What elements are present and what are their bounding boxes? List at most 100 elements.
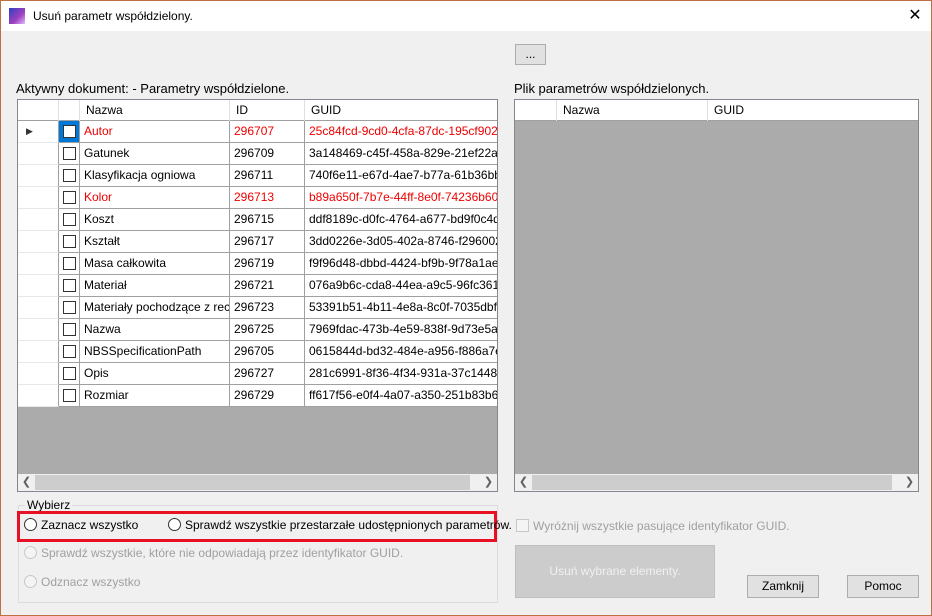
row-header[interactable]: [18, 297, 59, 319]
cell-id[interactable]: 296711: [230, 165, 305, 187]
row-checkbox[interactable]: [63, 367, 76, 380]
cell-id[interactable]: 296715: [230, 209, 305, 231]
cell-name[interactable]: Autor: [80, 121, 230, 143]
column-header-name[interactable]: Nazwa: [80, 100, 230, 121]
row-checkbox-cell[interactable]: [59, 319, 80, 341]
table-row[interactable]: Nazwa 296725 7969fdac-473b-4e59-838f-9d73e…: [18, 319, 497, 341]
scroll-right-icon[interactable]: ❯: [480, 474, 497, 491]
cell-guid[interactable]: 740f6e11-e67d-4ae7-b77a-61b36bb37...: [305, 165, 497, 187]
cell-guid[interactable]: 076a9b6c-cda8-44ea-a9c5-96fc3614b...: [305, 275, 497, 297]
column-header-id[interactable]: ID: [230, 100, 305, 121]
cell-name[interactable]: Gatunek: [80, 143, 230, 165]
horizontal-scrollbar[interactable]: ❮ ❯: [18, 474, 497, 491]
cell-name[interactable]: Opis: [80, 363, 230, 385]
table-row[interactable]: Masa całkowita 296719 f9f96d48-dbbd-4424-b…: [18, 253, 497, 275]
row-checkbox-cell[interactable]: [59, 341, 80, 363]
cell-guid[interactable]: 7969fdac-473b-4e59-838f-9d73e5a74...: [305, 319, 497, 341]
horizontal-scrollbar[interactable]: ❮ ❯: [515, 474, 918, 491]
cell-name[interactable]: Klasyfikacja ogniowa: [80, 165, 230, 187]
row-header[interactable]: [18, 385, 59, 407]
table-row[interactable]: Materiały pochodzące z rec... 296723 53391…: [18, 297, 497, 319]
scroll-thumb[interactable]: [532, 475, 892, 490]
table-row[interactable]: NBSSpecificationPath 296705 0615844d-bd32-…: [18, 341, 497, 363]
active-document-grid[interactable]: Nazwa ID GUID ▶ Autor 296707 25c84fcd-9cd0-…: [17, 99, 498, 492]
row-checkbox-cell[interactable]: [59, 363, 80, 385]
cell-id[interactable]: 296709: [230, 143, 305, 165]
cell-id[interactable]: 296713: [230, 187, 305, 209]
cell-name[interactable]: Materiał: [80, 275, 230, 297]
radio-select-all-label[interactable]: Zaznacz wszystko: [41, 518, 138, 532]
cell-name[interactable]: NBSSpecificationPath: [80, 341, 230, 363]
cell-guid[interactable]: ff617f56-e0f4-4a07-a350-251b83b6a0d: [305, 385, 497, 407]
row-header[interactable]: ▶: [18, 121, 59, 143]
row-checkbox[interactable]: [63, 125, 76, 138]
row-checkbox[interactable]: [63, 323, 76, 336]
column-header-guid[interactable]: GUID: [305, 100, 497, 121]
browse-button[interactable]: ...: [515, 44, 546, 65]
cell-guid[interactable]: 25c84fcd-9cd0-4cfa-87dc-195cf9029c...: [305, 121, 497, 143]
cell-id[interactable]: 296725: [230, 319, 305, 341]
row-header[interactable]: [18, 341, 59, 363]
row-checkbox-cell[interactable]: [59, 121, 80, 143]
cell-id[interactable]: 296717: [230, 231, 305, 253]
cell-name[interactable]: Nazwa: [80, 319, 230, 341]
table-row[interactable]: Kolor 296713 b89a650f-7b7e-44ff-8e0f-74236…: [18, 187, 497, 209]
cell-id[interactable]: 296729: [230, 385, 305, 407]
cell-guid[interactable]: b89a650f-7b7e-44ff-8e0f-74236b60969: [305, 187, 497, 209]
table-row[interactable]: Materiał 296721 076a9b6c-cda8-44ea-a9c5-96…: [18, 275, 497, 297]
row-checkbox-cell[interactable]: [59, 231, 80, 253]
row-header[interactable]: [18, 253, 59, 275]
row-checkbox[interactable]: [63, 301, 76, 314]
radio-select-all[interactable]: [24, 518, 37, 531]
table-row[interactable]: Opis 296727 281c6991-8f36-4f34-931a-37c144…: [18, 363, 497, 385]
help-button[interactable]: Pomoc: [847, 575, 919, 598]
radio-deselect-all-label[interactable]: Odznacz wszystko: [41, 575, 140, 589]
row-header[interactable]: [18, 209, 59, 231]
cell-guid[interactable]: ddf8189c-d0fc-4764-a677-bd9f0c4d6a...: [305, 209, 497, 231]
row-checkbox[interactable]: [63, 257, 76, 270]
radio-check-obsolete-label[interactable]: Sprawdź wszystkie przestarzałe udostępni…: [185, 518, 512, 532]
cell-name[interactable]: Koszt: [80, 209, 230, 231]
row-checkbox[interactable]: [63, 235, 76, 248]
row-header[interactable]: [18, 363, 59, 385]
shared-file-grid[interactable]: Nazwa GUID ❮ ❯: [514, 99, 919, 492]
row-checkbox-cell[interactable]: [59, 385, 80, 407]
row-header[interactable]: [18, 165, 59, 187]
row-checkbox-cell[interactable]: [59, 275, 80, 297]
close-button[interactable]: Zamknij: [747, 575, 819, 598]
row-header[interactable]: [18, 187, 59, 209]
row-header[interactable]: [18, 275, 59, 297]
cell-id[interactable]: 296723: [230, 297, 305, 319]
close-window-button[interactable]: ✕: [899, 1, 931, 31]
scroll-left-icon[interactable]: ❮: [18, 474, 35, 491]
cell-guid[interactable]: 281c6991-8f36-4f34-931a-37c14484e...: [305, 363, 497, 385]
cell-name[interactable]: Materiały pochodzące z rec...: [80, 297, 230, 319]
row-checkbox[interactable]: [63, 191, 76, 204]
cell-guid[interactable]: 0615844d-bd32-484e-a956-f886a7e3f...: [305, 341, 497, 363]
highlight-guid-checkbox[interactable]: [516, 519, 529, 532]
row-checkbox[interactable]: [63, 345, 76, 358]
row-checkbox-cell[interactable]: [59, 187, 80, 209]
cell-name[interactable]: Rozmiar: [80, 385, 230, 407]
row-header[interactable]: [18, 143, 59, 165]
table-row[interactable]: Koszt 296715 ddf8189c-d0fc-4764-a677-bd9f0…: [18, 209, 497, 231]
cell-id[interactable]: 296719: [230, 253, 305, 275]
cell-id[interactable]: 296727: [230, 363, 305, 385]
table-row[interactable]: Gatunek 296709 3a148469-c45f-458a-829e-21e…: [18, 143, 497, 165]
cell-id[interactable]: 296721: [230, 275, 305, 297]
row-checkbox-cell[interactable]: [59, 297, 80, 319]
row-checkbox[interactable]: [63, 279, 76, 292]
row-checkbox-cell[interactable]: [59, 143, 80, 165]
row-checkbox-cell[interactable]: [59, 165, 80, 187]
scroll-left-icon[interactable]: ❮: [515, 474, 532, 491]
table-row[interactable]: Klasyfikacja ogniowa 296711 740f6e11-e67d-…: [18, 165, 497, 187]
table-row[interactable]: Kształt 296717 3dd0226e-3d05-402a-8746-f29…: [18, 231, 497, 253]
scroll-thumb[interactable]: [35, 475, 470, 490]
radio-deselect-all[interactable]: [24, 575, 37, 588]
row-checkbox[interactable]: [63, 389, 76, 402]
table-row[interactable]: Rozmiar 296729 ff617f56-e0f4-4a07-a350-251…: [18, 385, 497, 407]
row-checkbox[interactable]: [63, 213, 76, 226]
cell-guid[interactable]: 3dd0226e-3d05-402a-8746-f29600267...: [305, 231, 497, 253]
cell-name[interactable]: Kształt: [80, 231, 230, 253]
cell-guid[interactable]: 3a148469-c45f-458a-829e-21ef22a5cf2: [305, 143, 497, 165]
